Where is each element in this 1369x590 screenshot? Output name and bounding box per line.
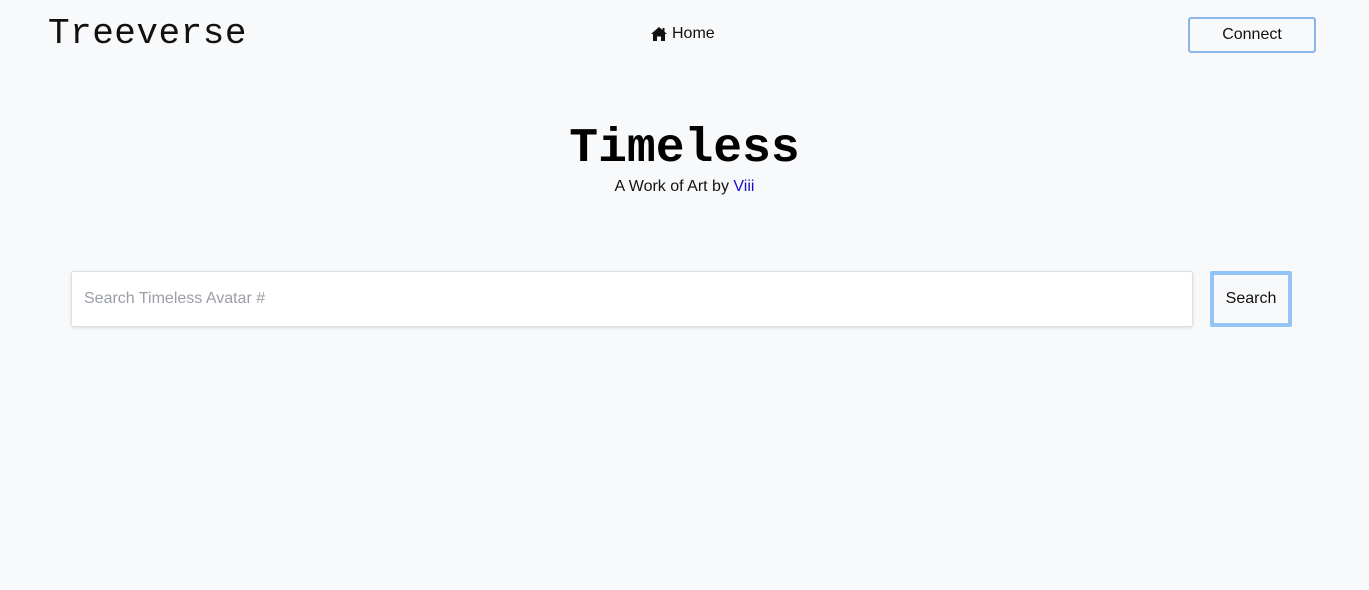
home-icon (650, 26, 668, 42)
site-logo[interactable]: Treeverse (48, 13, 247, 54)
page-title: Timeless (569, 122, 800, 176)
connect-button[interactable]: Connect (1188, 17, 1316, 53)
subtitle-prefix: A Work of Art by (614, 178, 729, 195)
hero: Timeless A Work of Art by Viii (0, 120, 1369, 196)
search-input[interactable] (71, 271, 1193, 327)
nav-home-label: Home (672, 25, 715, 42)
page-subtitle: A Work of Art by Viii (0, 178, 1369, 196)
search-button[interactable]: Search (1210, 271, 1292, 327)
artist-link[interactable]: Viii (733, 178, 754, 195)
nav-home-link[interactable]: Home (650, 25, 715, 43)
